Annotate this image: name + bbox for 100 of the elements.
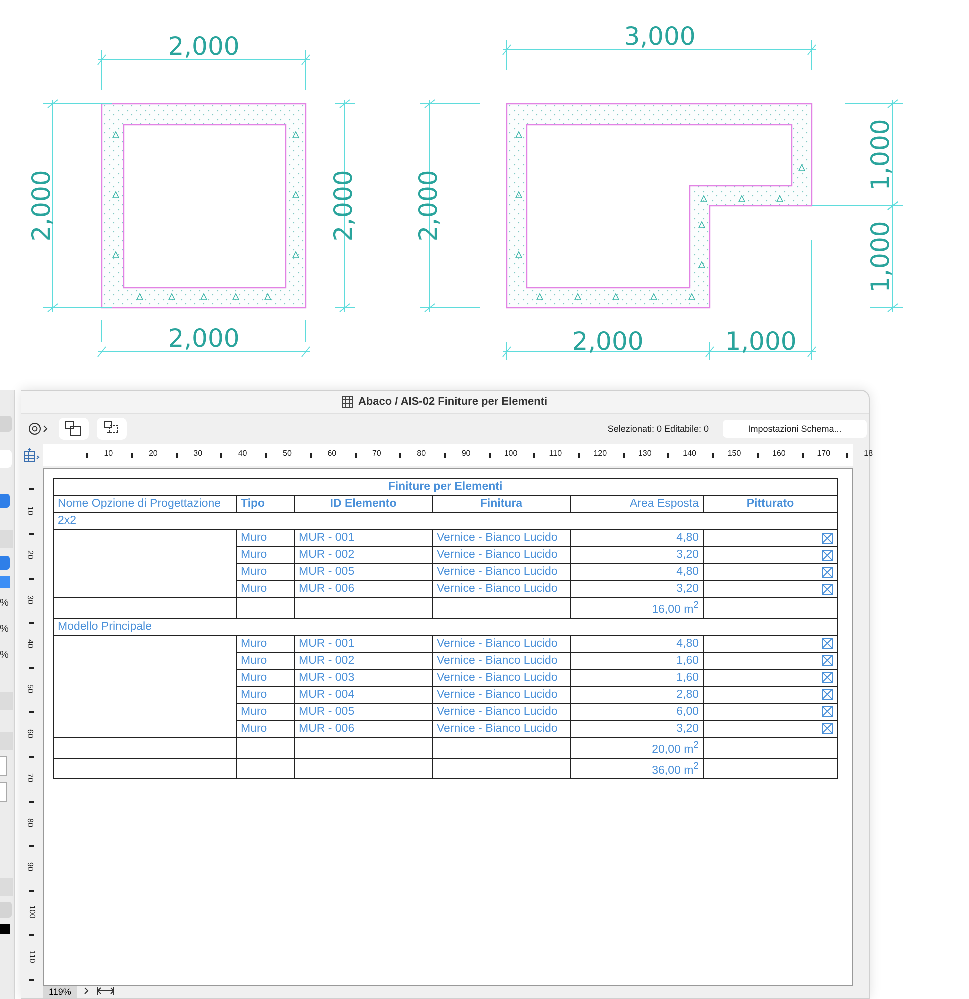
column-header: ID Elemento xyxy=(294,496,432,512)
ruler-number: 80 xyxy=(417,449,426,458)
ruler-number: 130 xyxy=(638,449,652,458)
ruler-number: 20 xyxy=(26,550,35,560)
ruler-number: 170 xyxy=(817,449,831,458)
ruler-number: 120 xyxy=(594,449,608,458)
ruler-number: 50 xyxy=(26,684,35,694)
dropdown-control[interactable] xyxy=(0,556,10,570)
table-cell: Vernice - Bianco Lucido xyxy=(432,530,570,546)
table-cell: MUR - 001 xyxy=(294,635,432,652)
schema-settings-button[interactable]: Impostazioni Schema... xyxy=(723,420,867,438)
ruler-number: 160 xyxy=(772,449,786,458)
ruler-number: 110 xyxy=(28,950,37,963)
table-cell: Muro xyxy=(236,686,294,704)
table-cell: Muro xyxy=(236,669,294,686)
color-swatch[interactable] xyxy=(0,924,10,934)
table-cell: 3,20 xyxy=(570,720,704,738)
group-name: 2x2 xyxy=(54,512,838,530)
table-cell: Vernice - Bianco Lucido xyxy=(432,669,570,686)
table-cell: Vernice - Bianco Lucido xyxy=(432,703,570,720)
table-cell: MUR - 001 xyxy=(294,530,432,546)
ruler-number: 30 xyxy=(194,449,203,458)
table-cell: Vernice - Bianco Lucido xyxy=(432,635,570,652)
table-cell: Muro xyxy=(236,530,294,546)
subtotal-cell: 16,00 m$^{2}$ xyxy=(570,598,704,618)
table-cell: MUR - 005 xyxy=(294,564,432,580)
table-cell: 3,20 xyxy=(570,546,704,564)
ruler-number: 90 xyxy=(462,449,471,458)
overlapping-squares-icon xyxy=(65,421,83,437)
column-header: Area Esposta xyxy=(570,496,704,512)
color-swatch[interactable] xyxy=(0,576,10,588)
dimension-label: 3,000 xyxy=(624,22,696,51)
subtotal-cell: 36,00 m$^{2}$ xyxy=(570,758,704,779)
dimension-label: 2,000 xyxy=(329,170,358,242)
column-header: Finitura xyxy=(432,496,570,512)
ruler-number: 50 xyxy=(283,449,292,458)
ruler-number: 70 xyxy=(26,774,35,783)
chevron-icon[interactable] xyxy=(83,986,92,996)
table-cell: Muro xyxy=(236,652,294,670)
ruler-number: 20 xyxy=(148,449,158,458)
table-cell: 4,80 xyxy=(570,635,704,652)
dimension-label: 2,000 xyxy=(27,170,56,242)
table-cell: 3,20 xyxy=(570,580,704,598)
table-cell: Muro xyxy=(236,580,294,598)
table-cell: 4,80 xyxy=(570,564,704,580)
table-cell: Vernice - Bianco Lucido xyxy=(432,580,570,598)
fit-width-icon[interactable] xyxy=(97,986,116,996)
window-title: Abaco / AIS-02 Finiture per Elementi xyxy=(358,396,548,408)
ruler-number: 60 xyxy=(26,729,35,738)
ruler-number: 70 xyxy=(372,449,382,458)
input-field[interactable] xyxy=(0,756,7,776)
table-cell: Muro xyxy=(236,720,294,738)
dimension-label: 1,000 xyxy=(866,119,895,191)
select-tool-button[interactable] xyxy=(59,418,89,440)
table-icon xyxy=(342,396,354,408)
selection-status: Selezionati: 0 Editabile: 0 xyxy=(608,424,709,434)
ruler-number: 90 xyxy=(26,862,35,872)
dimension-label: 1,000 xyxy=(866,221,895,293)
table-cell: Muro xyxy=(236,564,294,580)
table-cell: Muro xyxy=(236,546,294,564)
ruler-number: 10 xyxy=(26,506,35,516)
percent-label: % xyxy=(0,623,9,637)
ruler-number: 140 xyxy=(683,449,696,458)
dimension-label: 2,000 xyxy=(414,170,443,242)
ruler-number: 110 xyxy=(549,449,562,458)
ruler-number: 150 xyxy=(728,449,742,458)
ruler-number: 10 xyxy=(104,449,114,458)
table-cell: 1,60 xyxy=(570,669,704,686)
column-header: Nome Opzione di Progettazione xyxy=(54,496,236,512)
stepper-control[interactable] xyxy=(0,494,10,508)
group-tool-button[interactable] xyxy=(97,418,127,440)
dimension-label: 2,000 xyxy=(168,324,240,353)
ruler-number: 60 xyxy=(328,449,337,458)
table-cell: 6,00 xyxy=(570,703,704,720)
table-cell: MUR - 002 xyxy=(294,546,432,564)
table-cell: MUR - 002 xyxy=(294,652,432,670)
table-cell: Vernice - Bianco Lucido xyxy=(432,546,570,564)
ruler-number: 40 xyxy=(26,640,35,649)
ruler-number: 100 xyxy=(504,449,518,458)
table-cell: 4,80 xyxy=(570,530,704,546)
table-cell: Muro xyxy=(236,703,294,720)
ruler-number: 30 xyxy=(26,595,35,604)
group-name: Modello Principale xyxy=(54,618,838,636)
subtotal-cell: 20,00 m$^{2}$ xyxy=(570,737,704,758)
column-header: Pitturato xyxy=(704,496,838,512)
table-cell: Muro xyxy=(236,635,294,652)
table-cell: 1,60 xyxy=(570,652,704,670)
schedule-title: Finiture per Elementi xyxy=(54,478,838,496)
zoom-level[interactable]: 119% xyxy=(43,986,78,998)
table-cell: 2,80 xyxy=(570,686,704,704)
dimension-label: 2,000 xyxy=(572,327,644,356)
column-header: Tipo xyxy=(236,496,294,512)
table-cell: Vernice - Bianco Lucido xyxy=(432,720,570,738)
table-cell: Vernice - Bianco Lucido xyxy=(432,686,570,704)
table-cell: Vernice - Bianco Lucido xyxy=(432,652,570,670)
input-field[interactable] xyxy=(0,782,7,802)
percent-label: % xyxy=(0,597,9,611)
dimension-label: 2,000 xyxy=(168,32,240,61)
table-cell: MUR - 003 xyxy=(294,669,432,686)
table-cell: MUR - 006 xyxy=(294,720,432,738)
